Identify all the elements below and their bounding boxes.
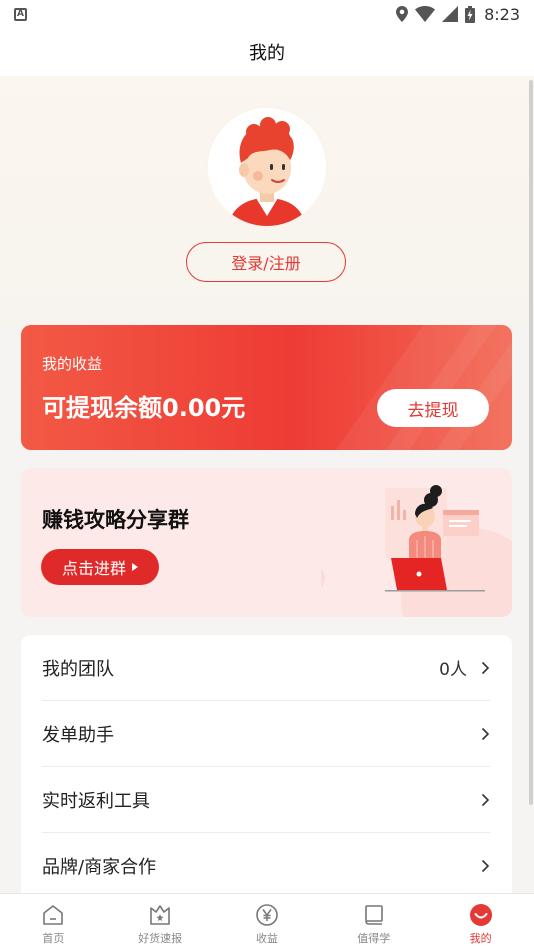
chevron-right-icon	[481, 661, 490, 674]
bottom-tab-bar: 首页 好货速报 收益 值得学 我的	[0, 893, 534, 950]
smile-icon	[469, 904, 492, 926]
yen-icon	[256, 904, 278, 926]
join-group-label: 点击进群	[61, 559, 126, 578]
menu-item-label: 品牌/商家合作	[42, 857, 157, 878]
play-arrow-icon	[132, 563, 138, 571]
profile-header: 登录/注册	[0, 76, 534, 326]
page-title: 我的	[249, 43, 285, 64]
menu-item-label: 我的团队	[42, 658, 114, 680]
tab-income[interactable]: 收益	[214, 894, 321, 950]
menu-list: 我的团队 0人 发单助手 实时返利工具 品牌/商家合作	[21, 635, 512, 905]
battery-icon	[465, 5, 476, 23]
chevron-right-icon	[481, 859, 490, 873]
income-label: 我的收益	[42, 355, 103, 373]
tab-home[interactable]: 首页	[0, 894, 107, 950]
menu-item-label: 实时返利工具	[42, 790, 150, 812]
tab-label: 值得学	[357, 932, 391, 945]
login-register-button[interactable]: 登录/注册	[186, 242, 346, 282]
tab-label: 好货速报	[138, 932, 183, 945]
tab-label: 首页	[42, 932, 65, 945]
tab-hot-goods[interactable]: 好货速报	[107, 894, 214, 950]
chevron-right-icon	[481, 793, 490, 806]
menu-item-label: 发单助手	[42, 724, 114, 746]
notification-a-icon: A	[14, 7, 27, 21]
status-bar: A 8:23	[0, 0, 534, 28]
woman-laptop-illustration-icon	[321, 485, 512, 617]
tab-learn[interactable]: 值得学	[320, 894, 427, 950]
nav-bar: 我的	[0, 28, 534, 76]
crown-box-icon	[150, 905, 170, 925]
join-group-button[interactable]: 点击进群	[41, 549, 159, 585]
group-banner-title: 赚钱攻略分享群	[42, 508, 189, 532]
status-icons: 8:23	[396, 5, 520, 24]
menu-item-brand-cooperation[interactable]: 品牌/商家合作	[42, 833, 490, 899]
income-card: 我的收益 可提现余额0.00元 去提现	[21, 325, 512, 450]
group-banner[interactable]: 赚钱攻略分享群 点击进群	[21, 468, 512, 617]
menu-item-rebate-tool[interactable]: 实时返利工具	[42, 767, 490, 833]
chevron-right-icon	[481, 727, 490, 740]
location-icon	[396, 6, 409, 22]
menu-item-order-assistant[interactable]: 发单助手	[42, 701, 490, 767]
home-icon	[43, 905, 64, 925]
tab-label: 收益	[255, 932, 278, 945]
tab-mine[interactable]: 我的	[427, 894, 534, 950]
avatar[interactable]	[208, 108, 326, 226]
signal-icon	[442, 6, 459, 22]
scrollbar[interactable]	[529, 80, 533, 805]
book-icon	[364, 905, 383, 925]
menu-item-my-team[interactable]: 我的团队 0人	[42, 635, 490, 701]
team-count: 0人	[439, 660, 467, 680]
avatar-illustration-icon	[208, 108, 326, 226]
tab-label: 我的	[469, 932, 492, 945]
withdraw-button[interactable]: 去提现	[377, 389, 489, 427]
withdrawable-balance: 可提现余额0.00元	[42, 394, 246, 422]
wifi-icon	[415, 6, 436, 22]
status-time: 8:23	[484, 4, 520, 24]
